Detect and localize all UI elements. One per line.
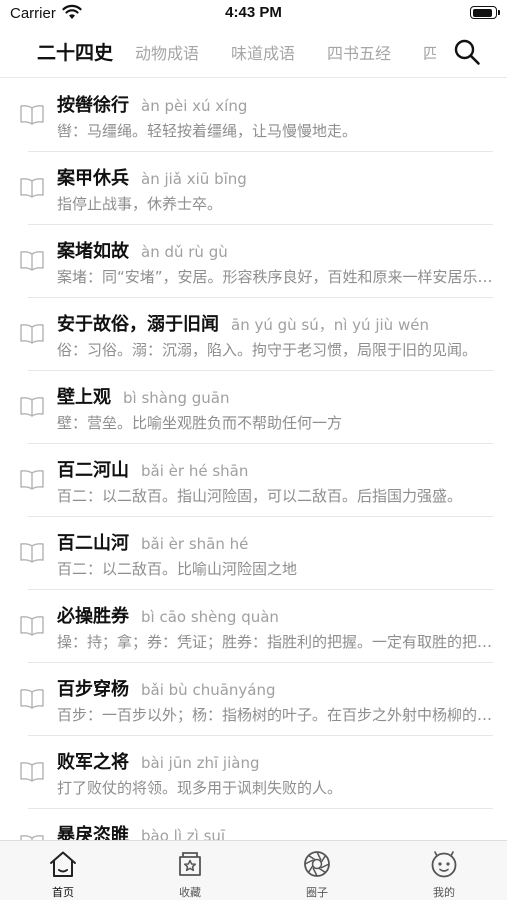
clock: 4:43 PM	[225, 4, 282, 21]
idiom-list[interactable]: 按辔徐行 àn pèi xú xíng 辔：马缰绳。轻轻按着缰绳，让马慢慢地走。 案甲…	[0, 79, 507, 840]
idiom-description: 百步：一百步以外；杨：指杨树的叶子。在百步之外射中杨柳的叶子。	[57, 706, 493, 724]
book-icon	[20, 762, 44, 782]
idiom-title: 安于故俗，溺于旧闻 ān yú gù sú，nì yú jiù wén	[57, 310, 429, 336]
book-icon	[20, 470, 44, 490]
tab-category-4[interactable]: 四	[423, 40, 436, 64]
idiom-description: 俗：习俗。溺：沉溺，陷入。拘守于老习惯，局限于旧的见闻。	[57, 341, 478, 359]
idiom-description: 指停止战事，休养士卒。	[57, 195, 223, 213]
tab-profile[interactable]: 我的	[381, 841, 507, 900]
idiom-pinyin: bì shàng guān	[123, 389, 230, 407]
idiom-description: 壁：营垒。比喻坐观胜负而不帮助任何一方	[57, 414, 343, 432]
idiom-pinyin: àn jiǎ xiū bīng	[141, 170, 247, 188]
book-icon	[20, 397, 44, 417]
idiom-row[interactable]: 百步穿杨 bǎi bù chuānyáng 百步：一百步以外；杨：指杨树的叶子。在百…	[0, 663, 507, 736]
idiom-row[interactable]: 百二河山 bǎi èr hé shān 百二：以二敌百。指山河险固，可以二敌百。后指…	[0, 444, 507, 517]
idiom-pinyin: ān yú gù sú，nì yú jiù wén	[231, 316, 429, 334]
idiom-title: 暴戾恣睢 bào lì zì suī	[57, 821, 225, 840]
tab-category-1[interactable]: 动物成语	[135, 40, 199, 64]
tab-favorites[interactable]: 收藏	[127, 841, 253, 900]
idiom-word: 按辔徐行	[57, 95, 129, 116]
idiom-title: 百二河山 bǎi èr hé shān	[57, 456, 248, 482]
idiom-word: 百二河山	[57, 460, 129, 481]
idiom-word: 案堵如故	[57, 241, 129, 262]
book-icon	[20, 178, 44, 198]
idiom-word: 壁上观	[57, 387, 111, 408]
idiom-row[interactable]: 百二山河 bǎi èr shān hé 百二：以二敌百。比喻山河险固之地	[0, 517, 507, 590]
category-tab-strip[interactable]: 二十四史 动物成语 味道成语 四书五经 四	[0, 28, 436, 76]
tab-category-3[interactable]: 四书五经	[327, 40, 391, 64]
book-icon	[20, 616, 44, 636]
home-icon	[50, 851, 76, 877]
idiom-row[interactable]: 必操胜券 bì cāo shèng quàn 操：持；拿；券：凭证；胜券：指胜利的把…	[0, 590, 507, 663]
idiom-row[interactable]: 案甲休兵 àn jiǎ xiū bīng 指停止战事，休养士卒。	[0, 152, 507, 225]
idiom-description: 辔：马缰绳。轻轻按着缰绳，让马慢慢地走。	[57, 122, 358, 140]
idiom-title: 百步穿杨 bǎi bù chuānyáng	[57, 675, 276, 701]
category-tab-bar: 二十四史 动物成语 味道成语 四书五经 四	[0, 28, 507, 78]
idiom-word: 必操胜券	[57, 606, 129, 627]
idiom-word: 案甲休兵	[57, 168, 129, 189]
battery-level	[472, 8, 492, 17]
idiom-description: 案堵：同“安堵”，安居。形容秩序良好，百姓和原来一样安居乐业。	[57, 268, 493, 286]
idiom-pinyin: àn dǔ rù gù	[141, 243, 228, 261]
idiom-description: 操：持；拿；券：凭证；胜券：指胜利的把握。一定有取胜的把握。	[57, 633, 493, 651]
idiom-row[interactable]: 安于故俗，溺于旧闻 ān yú gù sú，nì yú jiù wén 俗：习俗。溺…	[0, 298, 507, 371]
battery-icon	[470, 6, 500, 19]
book-icon	[20, 543, 44, 563]
idiom-pinyin: bǎi èr shān hé	[141, 535, 249, 553]
idiom-title: 百二山河 bǎi èr shān hé	[57, 529, 248, 555]
tab-circle-label: 圈子	[306, 886, 328, 899]
idiom-pinyin: bǎi èr hé shān	[141, 462, 249, 480]
idiom-word: 百二山河	[57, 533, 129, 554]
idiom-title: 败军之将 bài jūn zhī jiàng	[57, 748, 259, 774]
tab-profile-label: 我的	[433, 886, 455, 899]
book-icon	[20, 689, 44, 709]
idiom-pinyin: àn pèi xú xíng	[141, 97, 248, 115]
book-icon	[20, 324, 44, 344]
tab-circle[interactable]: 圈子	[254, 841, 380, 900]
idiom-row[interactable]: 败军之将 bài jūn zhī jiàng 打了败仗的将领。现多用于讽刺失败的人。	[0, 736, 507, 809]
idiom-description: 百二：以二敌百。比喻山河险固之地	[57, 560, 298, 578]
tab-home-label: 首页	[52, 886, 74, 899]
idiom-row[interactable]: 壁上观 bì shàng guān 壁：营垒。比喻坐观胜负而不帮助任何一方	[0, 371, 507, 444]
idiom-title: 按辔徐行 àn pèi xú xíng	[57, 91, 247, 117]
idiom-row[interactable]: 按辔徐行 àn pèi xú xíng 辔：马缰绳。轻轻按着缰绳，让马慢慢地走。	[0, 79, 507, 152]
tab-category-0[interactable]: 二十四史	[37, 38, 113, 65]
book-icon	[20, 105, 44, 125]
idiom-word: 败军之将	[57, 752, 129, 773]
idiom-word: 暴戾恣睢	[57, 825, 129, 840]
bottom-tab-bar: 首页 收藏 圈子 我的	[0, 840, 507, 900]
idiom-pinyin: bǎi bù chuānyáng	[141, 681, 276, 699]
idiom-word: 百步穿杨	[57, 679, 129, 700]
idiom-title: 案甲休兵 àn jiǎ xiū bīng	[57, 164, 247, 190]
search-icon[interactable]	[453, 38, 481, 66]
idiom-pinyin: bài jūn zhī jiàng	[141, 754, 260, 772]
idiom-title: 壁上观 bì shàng guān	[57, 383, 230, 409]
idiom-description: 百二：以二敌百。指山河险固，可以二敌百。后指国力强盛。	[57, 487, 463, 505]
tab-category-2[interactable]: 味道成语	[231, 40, 295, 64]
idiom-word: 安于故俗，溺于旧闻	[57, 314, 219, 335]
idiom-row[interactable]: 暴戾恣睢 bào lì zì suī	[0, 809, 507, 840]
idiom-row[interactable]: 案堵如故 àn dǔ rù gù 案堵：同“安堵”，安居。形容秩序良好，百姓和原来一…	[0, 225, 507, 298]
star-box-icon	[179, 852, 201, 876]
tab-home[interactable]: 首页	[0, 841, 126, 900]
idiom-title: 必操胜券 bì cāo shèng quàn	[57, 602, 279, 628]
book-icon	[20, 251, 44, 271]
status-bar: Carrier 4:43 PM	[0, 0, 507, 28]
tab-favorites-label: 收藏	[179, 886, 201, 899]
idiom-description: 打了败仗的将领。现多用于讽刺失败的人。	[57, 779, 343, 797]
idiom-pinyin: bào lì zì suī	[141, 827, 226, 840]
face-icon	[431, 851, 457, 878]
idiom-pinyin: bì cāo shèng quàn	[141, 608, 279, 626]
idiom-title: 案堵如故 àn dǔ rù gù	[57, 237, 228, 263]
aperture-icon	[304, 851, 330, 877]
